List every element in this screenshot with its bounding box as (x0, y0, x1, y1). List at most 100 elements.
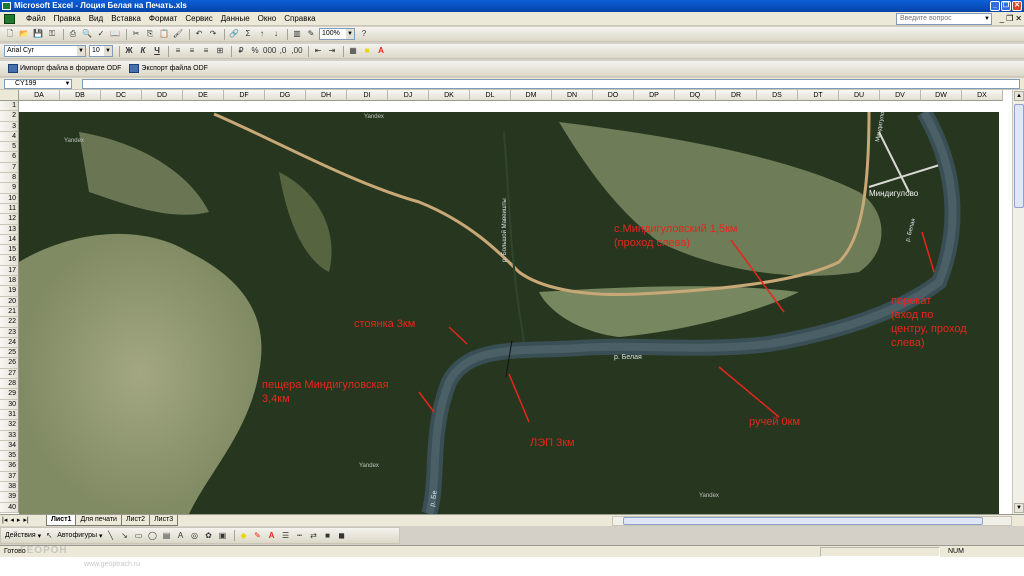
scroll-up-icon[interactable]: ▲ (1014, 91, 1024, 101)
row-header[interactable]: 3 (0, 121, 19, 132)
row-header[interactable]: 18 (0, 276, 19, 287)
help-search-input[interactable]: Введите вопрос ▼ (896, 13, 992, 25)
font-color-icon[interactable]: A (266, 530, 278, 542)
row-header[interactable]: 26 (0, 358, 19, 369)
row-header[interactable]: 36 (0, 461, 19, 472)
column-header[interactable]: DI (347, 90, 388, 101)
column-header[interactable]: DB (60, 90, 101, 101)
column-header[interactable]: DD (142, 90, 183, 101)
select-arrow-icon[interactable]: ↖ (43, 530, 55, 542)
permission-icon[interactable]: ⚿ (46, 28, 58, 40)
new-icon[interactable]: 🗋 (4, 28, 16, 40)
font-color-icon[interactable]: A (375, 45, 387, 57)
row-header[interactable]: 14 (0, 234, 19, 246)
scroll-down-icon[interactable]: ▼ (1014, 503, 1024, 513)
horizontal-scrollbar[interactable] (612, 516, 1012, 526)
row-header[interactable]: 15 (0, 245, 19, 256)
menu-data[interactable]: Данные (217, 14, 254, 23)
row-header[interactable]: 24 (0, 337, 19, 349)
chevron-down-icon[interactable]: ▼ (983, 14, 991, 24)
row-header[interactable]: 40 (0, 502, 19, 513)
row-header[interactable]: 34 (0, 440, 19, 452)
increase-indent-icon[interactable]: ⇥ (326, 45, 338, 57)
row-header[interactable]: 16 (0, 255, 19, 266)
row-header[interactable]: 35 (0, 451, 19, 462)
row-header[interactable]: 11 (0, 203, 19, 215)
tab-sheet2[interactable]: Лист2 (120, 515, 151, 526)
row-header[interactable]: 8 (0, 173, 19, 184)
increase-decimal-icon[interactable]: ,0 (277, 45, 289, 57)
line-icon[interactable]: ╲ (105, 530, 117, 542)
row-header[interactable]: 30 (0, 399, 19, 410)
column-header[interactable]: DF (224, 90, 265, 101)
menu-view[interactable]: Вид (85, 14, 107, 23)
hyperlink-icon[interactable]: 🔗 (228, 28, 240, 40)
select-all-corner[interactable] (0, 90, 19, 101)
3d-icon[interactable]: ◼ (336, 530, 348, 542)
underline-button[interactable]: Ч (151, 45, 163, 57)
column-header[interactable]: DE (183, 90, 224, 101)
row-header[interactable]: 29 (0, 389, 19, 400)
doc-restore-button[interactable]: ❐ (1006, 14, 1013, 23)
autoshapes-menu[interactable]: Автофигуры (57, 532, 97, 539)
diagram-icon[interactable]: ◎ (189, 530, 201, 542)
last-sheet-icon[interactable]: ▸| (23, 516, 28, 524)
chevron-down-icon[interactable]: ▼ (346, 29, 354, 39)
copy-icon[interactable]: ⎘ (144, 28, 156, 40)
column-header[interactable]: DA (19, 90, 60, 101)
column-header[interactable]: DX (962, 90, 1003, 101)
italic-button[interactable]: К (137, 45, 149, 57)
row-header[interactable]: 20 (0, 296, 19, 307)
name-box[interactable]: CY199 ▼ (4, 79, 72, 89)
chevron-down-icon[interactable]: ▾ (38, 532, 42, 540)
row-header[interactable]: 17 (0, 265, 19, 277)
fill-color-icon[interactable]: ■ (361, 45, 373, 57)
menu-edit[interactable]: Правка (50, 14, 85, 23)
align-left-icon[interactable]: ≡ (172, 45, 184, 57)
chevron-down-icon[interactable]: ▼ (77, 46, 85, 56)
column-header[interactable]: DW (921, 90, 962, 101)
fill-color-icon[interactable]: ◆ (238, 530, 250, 542)
font-select[interactable]: Arial Cyr ▼ (4, 45, 86, 57)
doc-close-button[interactable]: ✕ (1015, 14, 1022, 23)
restore-button[interactable]: ❐ (1001, 1, 1011, 11)
column-header[interactable]: DC (101, 90, 142, 101)
line-color-icon[interactable]: ✎ (252, 530, 264, 542)
column-header[interactable]: DK (429, 90, 470, 101)
menu-help[interactable]: Справка (280, 14, 319, 23)
tab-sheet3[interactable]: Лист3 (149, 515, 179, 526)
sort-asc-icon[interactable]: ↑ (256, 28, 268, 40)
document-icon[interactable] (4, 14, 15, 24)
tab-for-print[interactable]: Для печати (75, 515, 122, 526)
row-header[interactable]: 37 (0, 471, 19, 482)
row-header[interactable]: 12 (0, 214, 19, 225)
column-header[interactable]: DL (470, 90, 511, 101)
spreadsheet-grid[interactable]: DA DB DC DD DE DF DG DH DI DJ DK DL DM DN DO DP DQ DR DS DT… (0, 90, 1012, 514)
menu-window[interactable]: Окно (254, 14, 281, 23)
row-header[interactable]: 6 (0, 152, 19, 163)
row-header[interactable]: 10 (0, 193, 19, 204)
format-painter-icon[interactable]: 🖌 (172, 28, 184, 40)
column-header[interactable]: DU (839, 90, 880, 101)
redo-icon[interactable]: ↷ (207, 28, 219, 40)
arrow-icon[interactable]: ↘ (119, 530, 131, 542)
column-header[interactable]: DP (634, 90, 675, 101)
column-header[interactable]: DQ (675, 90, 716, 101)
row-header[interactable]: 25 (0, 348, 19, 359)
vertical-scrollbar[interactable]: ▲ ▼ (1012, 90, 1024, 514)
column-header[interactable]: DV (880, 90, 921, 101)
column-header[interactable]: DN (552, 90, 593, 101)
column-header[interactable]: DO (593, 90, 634, 101)
thousands-icon[interactable]: 000 (263, 45, 276, 57)
next-sheet-icon[interactable]: ▸ (17, 516, 21, 524)
column-header[interactable]: DR (716, 90, 757, 101)
chart-icon[interactable]: ▥ (291, 28, 303, 40)
formula-input[interactable] (82, 79, 1020, 89)
menu-insert[interactable]: Вставка (107, 14, 145, 23)
column-header[interactable]: DS (757, 90, 798, 101)
row-header[interactable]: 27 (0, 368, 19, 380)
undo-icon[interactable]: ↶ (193, 28, 205, 40)
chevron-down-icon[interactable]: ▾ (99, 532, 103, 540)
row-header[interactable]: 23 (0, 327, 19, 338)
row-header[interactable]: 38 (0, 481, 19, 493)
